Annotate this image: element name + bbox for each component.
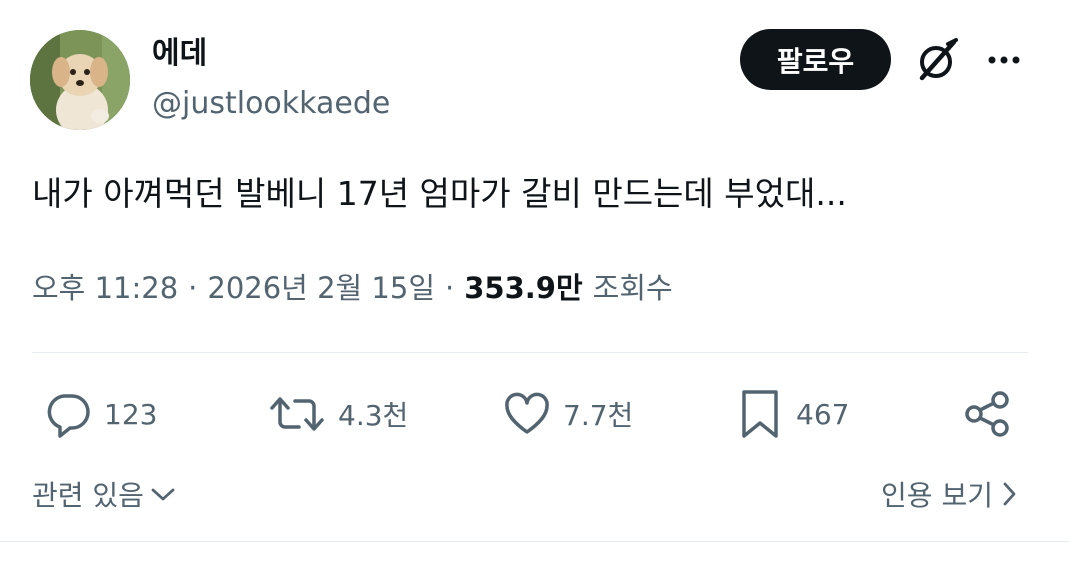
grok-icon[interactable] [912,36,962,84]
like-icon [505,392,549,434]
bookmark-icon [742,390,778,438]
user-handle[interactable]: @justlookkaede [152,86,390,122]
like-button[interactable]: 7.7천 [503,387,633,441]
share-icon [965,391,1009,437]
divider [32,352,1028,353]
related-toggle[interactable]: 관련 있음 [32,474,176,514]
views-label: 조회수 [592,271,673,305]
retweet-button[interactable]: 4.3천 [268,387,408,441]
tweet-text: 내가 아껴먹던 발베니 17년 엄마가 갈비 만드는데 부었대... [32,174,847,213]
reply-count: 123 [104,397,158,431]
chevron-right-icon [1003,482,1016,506]
tweet-time[interactable]: 오후 11:28 [32,268,178,308]
bookmark-button[interactable]: 467 [736,387,849,441]
meta-separator: · [445,271,455,305]
related-label: 관련 있음 [32,479,144,512]
tweet-meta: 오후 11:28 · 2026년 2월 15일 · 353.9만 조회수 [32,268,673,308]
divider [0,541,1069,542]
retweet-icon [270,397,324,431]
bookmark-count: 467 [796,397,850,431]
meta-separator: · [188,271,198,305]
share-button[interactable] [962,387,1014,441]
chevron-down-icon [151,488,175,501]
retweet-count: 4.3천 [338,399,409,432]
display-name[interactable]: 에데 [152,36,207,72]
reply-button[interactable]: 123 [44,387,157,441]
tweet-date[interactable]: 2026년 2월 15일 [207,268,435,308]
like-count: 7.7천 [563,399,634,432]
quotes-label: 인용 보기 [881,479,993,512]
more-icon[interactable] [984,46,1024,74]
avatar[interactable] [30,30,130,130]
view-quotes-link[interactable]: 인용 보기 [881,474,1019,514]
views-count: 353.9만 [464,271,583,305]
reply-icon [47,394,90,438]
follow-button[interactable]: 팔로우 [740,29,891,90]
